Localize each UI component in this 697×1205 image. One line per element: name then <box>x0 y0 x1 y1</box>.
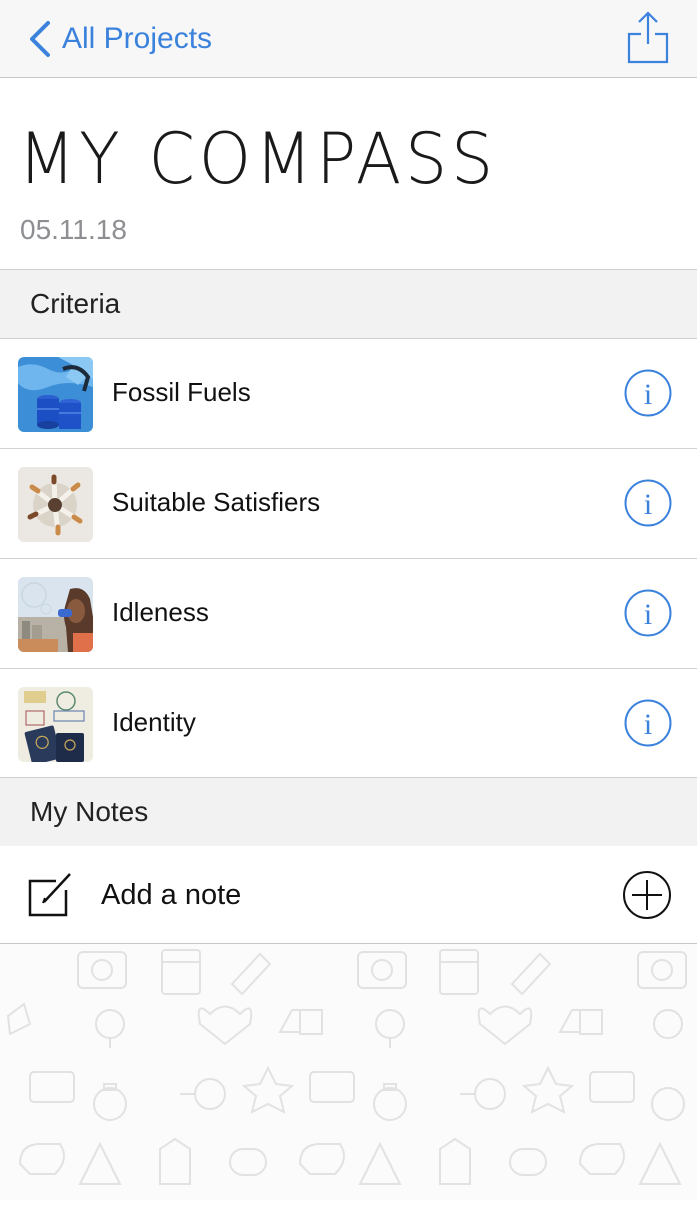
page-title: MY COMPASS <box>18 118 498 200</box>
svg-text:i: i <box>644 708 652 741</box>
back-button[interactable]: All Projects <box>26 18 212 60</box>
decorative-background-pattern <box>0 944 697 1200</box>
share-icon <box>627 11 669 64</box>
add-note-label: Add a note <box>101 879 242 911</box>
criteria-section-header: Criteria <box>0 269 697 339</box>
info-button[interactable]: i <box>624 699 672 747</box>
criteria-section-title: Criteria <box>30 288 121 319</box>
cigarette-butts-thumbnail <box>18 467 93 542</box>
add-note-button[interactable] <box>622 870 672 920</box>
criteria-label: Suitable Satisfiers <box>112 487 321 517</box>
criteria-label: Identity <box>112 707 196 737</box>
svg-text:i: i <box>644 598 652 631</box>
navigation-bar: All Projects <box>0 0 697 78</box>
info-button[interactable]: i <box>624 589 672 637</box>
criteria-row-fossil-fuels[interactable]: Fossil Fuels i <box>0 339 697 449</box>
notes-section-title: My Notes <box>30 796 149 827</box>
share-button[interactable] <box>627 10 669 66</box>
add-note-row[interactable]: Add a note <box>0 846 697 944</box>
back-button-label: All Projects <box>62 22 213 55</box>
oil-barrels-map-thumbnail <box>18 357 93 432</box>
info-icon: i <box>624 369 672 417</box>
plus-circle-icon <box>623 871 671 919</box>
svg-text:i: i <box>644 488 652 521</box>
passports-stamps-thumbnail <box>18 687 93 762</box>
info-button[interactable]: i <box>624 369 672 417</box>
person-blowing-bubbles-thumbnail <box>18 577 93 652</box>
criteria-row-idleness[interactable]: Idleness i <box>0 559 697 669</box>
info-icon: i <box>624 479 672 527</box>
criteria-row-identity[interactable]: Identity i <box>0 669 697 779</box>
project-date: 05.11.18 <box>20 214 127 245</box>
criteria-label: Fossil Fuels <box>112 377 251 407</box>
notes-section-header: My Notes <box>0 777 697 847</box>
info-icon: i <box>624 589 672 637</box>
chevron-left-icon <box>30 21 50 57</box>
info-button[interactable]: i <box>624 479 672 527</box>
criteria-label: Idleness <box>112 597 209 627</box>
svg-text:i: i <box>644 378 652 411</box>
compose-icon <box>28 873 71 917</box>
info-icon: i <box>624 699 672 747</box>
criteria-row-suitable-satisfiers[interactable]: Suitable Satisfiers i <box>0 449 697 559</box>
